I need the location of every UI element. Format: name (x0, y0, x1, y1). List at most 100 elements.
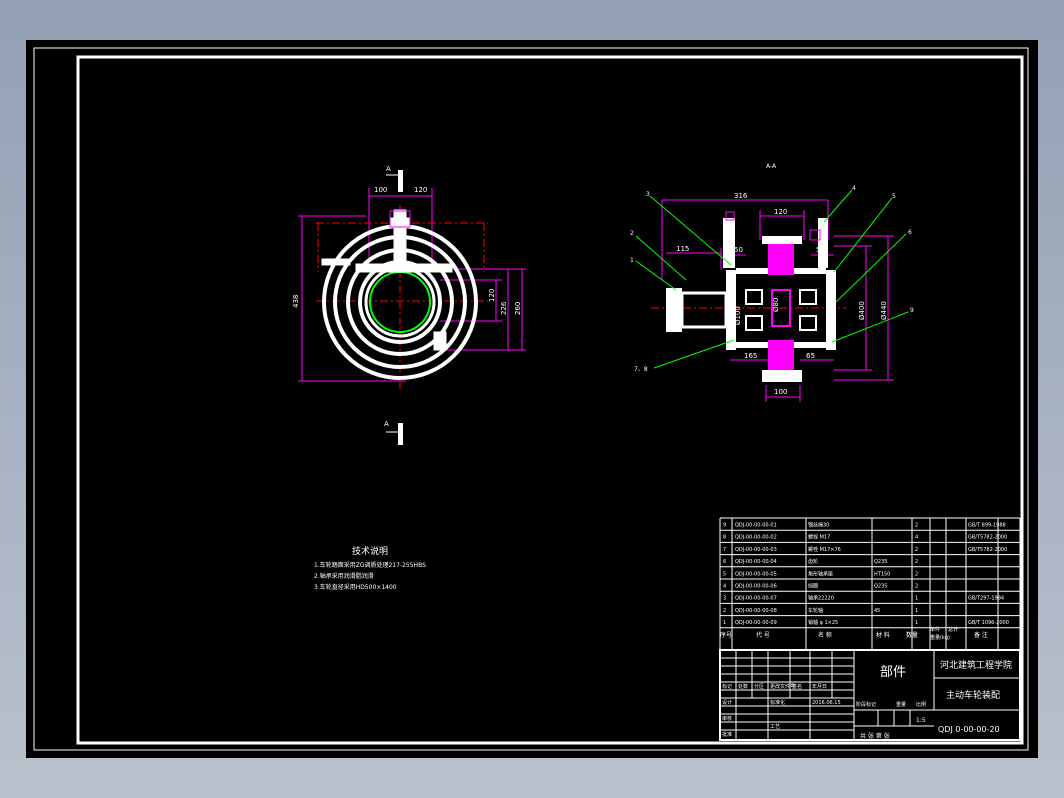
bom-cell: 2 (915, 571, 918, 577)
title-drawing-number: QDJ 0-00-00-20 (938, 725, 1000, 734)
role-craft: 工艺 (770, 724, 780, 730)
sign-label-date: 年月日 (812, 683, 827, 690)
dim-d-wheel: Ø400 (858, 301, 866, 320)
bom-header-unit: 单件 (930, 626, 940, 633)
designer-date: 2016.06.15 (812, 700, 841, 706)
bom-table: 9 QDJ-00-00-00-01 钢丝绳30 2 GB/T 899-1988 8 QDJ-… (719, 517, 1021, 651)
right-view: A-A 316 120 115 50 Ø100 Ø80 Ø400 Ø440 16… (630, 163, 914, 402)
bom-cell: QDJ-00-00-00-05 (735, 571, 777, 577)
bom-cell: 销轴 φ 1×25 (808, 619, 838, 626)
balloon-6: 6 (908, 229, 912, 236)
sign-label-zone: 分区 (754, 683, 764, 690)
bom-header-no: 序号 (720, 631, 732, 639)
bom-cell: 45 (874, 608, 880, 614)
balloon-9: 9 (910, 307, 914, 314)
bom-cell: 2 (915, 547, 918, 553)
drawing-sheet: A A 100 120 438 120 226 260 A-A 316 120 … (26, 40, 1038, 758)
sign-label-mark: 标记 (722, 683, 732, 690)
bom-cell: GB/T 899-1988 (968, 523, 1006, 529)
dim-top-left: 100 (374, 186, 387, 194)
bom-cell: 2 (915, 559, 918, 565)
bom-cell: 2 (915, 523, 918, 529)
balloon-3: 3 (646, 191, 650, 198)
role-designer: 设计 (722, 699, 732, 706)
bom-header-weight: 重量(kg) (930, 634, 950, 641)
tech-notes: 技术说明 1.车轮踏面采用ZG调质处理217-255HBS 2.轴承采用润滑脂润… (314, 545, 426, 591)
weight-label: 重量 (896, 701, 906, 708)
bom-cell: 1 (915, 620, 918, 626)
dim-top-width: 120 (774, 208, 787, 216)
bom-header-total: 总计 (948, 626, 958, 633)
bom-header-material: 材 料 (876, 631, 890, 639)
bom-cell: Q235 (874, 584, 887, 590)
bom-cell: QDJ-00-00-00-07 (735, 596, 777, 602)
bom-cell: QDJ-00-00-00-01 (735, 523, 777, 529)
title-part-label: 部件 (880, 665, 906, 680)
dim-right-2: 226 (500, 301, 508, 315)
section-mark-top-label: A (386, 165, 391, 173)
bom-cell: GB/T297-1994 (968, 596, 1004, 602)
balloon-2: 2 (630, 230, 634, 237)
dim-overall-height: 438 (292, 295, 300, 308)
bom-cell: 6 (723, 559, 726, 565)
bom-cell: 5 (723, 571, 726, 577)
bom-cell: GB/T5782-2000 (968, 547, 1007, 553)
balloon-1: 1 (630, 257, 634, 264)
bom-cell: 挡圈 (808, 583, 818, 590)
bom-cell: 2 (723, 608, 726, 614)
bom-cell: HT150 (874, 571, 890, 577)
bom-cell: 齿轮 (808, 558, 818, 565)
bom-cell: 轴承22220 (808, 595, 834, 602)
dim-base-width: 100 (774, 388, 787, 396)
bom-cell: 8 (723, 535, 726, 541)
bom-cell: 4 (915, 535, 918, 541)
bom-cell: 1 (723, 620, 726, 626)
sheet-info: 共 张 第 张 (860, 732, 890, 740)
sign-label-sign: 签名 (792, 683, 802, 690)
title-drawing-name: 主动车轮装配 (946, 689, 1000, 701)
dim-right-1: 120 (488, 289, 496, 302)
bom-cell: 7 (723, 547, 726, 553)
bom-cell: GB/T5782-2000 (968, 535, 1007, 541)
dim-bore-left: 50 (734, 246, 743, 254)
bom-cell: QDJ-00-00-00-03 (735, 547, 777, 553)
bom-cell: QDJ-00-00-00-04 (735, 559, 777, 565)
bom-cell: 9 (723, 523, 726, 529)
section-mark-bottom-label: A (384, 420, 389, 428)
section-mark-bottom: A (384, 420, 403, 445)
tech-note-3: 3.车轮直径采用HD500×1400 (314, 583, 397, 591)
section-label: A-A (766, 163, 777, 170)
bom-cell: 2 (915, 584, 918, 590)
bom-header-remark: 备 注 (974, 631, 988, 639)
dim-top-right: 120 (414, 186, 427, 194)
bom-cell: QDJ-00-00-00-02 (735, 535, 777, 541)
bom-cell: 螺栓 M17 (808, 534, 830, 541)
bom-cell: 螺栓 M17×76 (808, 546, 841, 553)
scale-value: 1:5 (916, 717, 926, 724)
bom-cell: 1 (915, 608, 918, 614)
bom-header-code: 代 号 (756, 631, 770, 639)
title-block: 部件 河北建筑工程学院 主动车轮装配 QDJ 0-00-00-20 标记 处数 … (719, 649, 1021, 741)
dim-left-offset: 115 (676, 245, 689, 253)
dim-overall-width: 316 (734, 192, 748, 200)
balloon-7-8: 7、8 (634, 366, 648, 373)
bom-header-name: 名 称 (818, 631, 832, 639)
tech-notes-title: 技术说明 (352, 545, 388, 557)
bom-cell: 角形轴承座 (808, 570, 833, 577)
stage-label: 阶段标记 (856, 701, 876, 708)
section-mark-top: A (386, 165, 403, 192)
tech-note-1: 1.车轮踏面采用ZG调质处理217-255HBS (314, 561, 426, 569)
drawing-frame (33, 47, 1029, 751)
left-view: A A 100 120 438 120 226 260 (292, 165, 526, 445)
role-review: 审核 (722, 715, 732, 722)
sign-label-count: 处数 (738, 683, 748, 690)
balloon-4: 4 (852, 185, 856, 192)
bom-cell: QDJ-00-00-00-08 (735, 608, 777, 614)
bom-cell: GB/T 1096-2000 (968, 620, 1009, 626)
bom-cell: 3 (723, 596, 726, 602)
bom-header-qty: 数量 (906, 631, 918, 639)
role-standard: 标准化 (770, 699, 785, 706)
balloon-5: 5 (892, 193, 896, 200)
tech-note-2: 2.轴承采用润滑脂润滑 (314, 572, 374, 580)
bom-cell: 4 (723, 584, 726, 590)
